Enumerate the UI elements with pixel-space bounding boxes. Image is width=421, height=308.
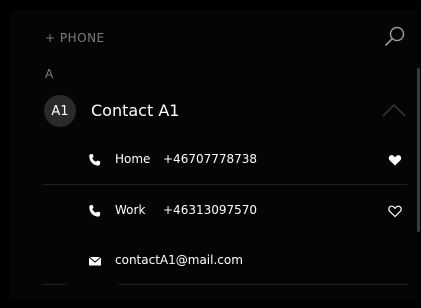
phone-type-label: Home — [115, 152, 151, 166]
heart-outline-icon[interactable] — [388, 204, 402, 218]
contact-name: Contact A1 — [91, 101, 180, 120]
contact-entry-home[interactable]: Home +46707778738 — [0, 150, 421, 172]
phone-icon — [89, 154, 101, 166]
phone-icon — [89, 205, 101, 217]
add-phone-button[interactable]: + PHONE — [45, 31, 105, 45]
search-icon[interactable] — [383, 24, 407, 48]
divider — [43, 284, 67, 285]
avatar: A1 — [44, 95, 76, 127]
phone-number: +46707778738 — [163, 152, 258, 166]
email-address: contactA1@mail.com — [115, 253, 243, 267]
heart-filled-icon[interactable] — [388, 153, 402, 167]
phone-type-label: Work — [115, 203, 146, 217]
phone-number: +46313097570 — [163, 203, 258, 217]
divider — [43, 184, 407, 185]
divider — [118, 284, 408, 285]
contact-entry-email[interactable]: contactA1@mail.com — [0, 251, 421, 273]
section-letter: A — [45, 67, 54, 81]
chevron-up-icon[interactable] — [382, 103, 406, 117]
contact-entry-work[interactable]: Work +46313097570 — [0, 201, 421, 223]
mail-icon — [88, 256, 102, 266]
